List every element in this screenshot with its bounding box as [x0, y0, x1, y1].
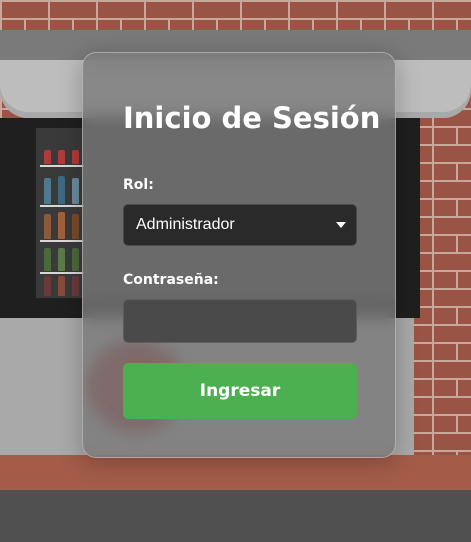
bottle: [58, 176, 65, 204]
sidewalk: [0, 490, 471, 542]
bottle: [58, 276, 65, 296]
shelf: [40, 240, 84, 242]
login-title: Inicio de Sesión: [123, 101, 381, 135]
bottle: [44, 214, 51, 239]
lower-brick-row: [0, 455, 471, 490]
login-submit-button[interactable]: Ingresar: [123, 363, 357, 419]
role-label: Rol:: [123, 177, 154, 193]
password-field[interactable]: [123, 299, 357, 343]
bottle: [44, 150, 51, 164]
shelf: [40, 205, 84, 207]
shelf: [40, 165, 84, 167]
bottle: [72, 178, 79, 204]
bottle: [58, 248, 65, 271]
role-selected-value: Administrador: [136, 216, 235, 233]
bottle: [44, 276, 51, 296]
role-select[interactable]: Administrador: [123, 204, 357, 246]
bottle: [72, 248, 79, 271]
bottle: [44, 178, 51, 204]
login-screen: Inicio de Sesión Rol: Administrador Cont…: [0, 0, 471, 542]
password-label: Contraseña:: [123, 272, 219, 288]
bottle: [72, 276, 79, 296]
bottle: [44, 248, 51, 271]
bottle: [58, 150, 65, 164]
bottle: [72, 214, 79, 239]
shelf: [40, 272, 84, 274]
bottle: [58, 212, 65, 239]
caret-down-icon: [336, 222, 346, 228]
bottle: [72, 150, 79, 164]
login-card: Inicio de Sesión Rol: Administrador Cont…: [82, 52, 396, 458]
